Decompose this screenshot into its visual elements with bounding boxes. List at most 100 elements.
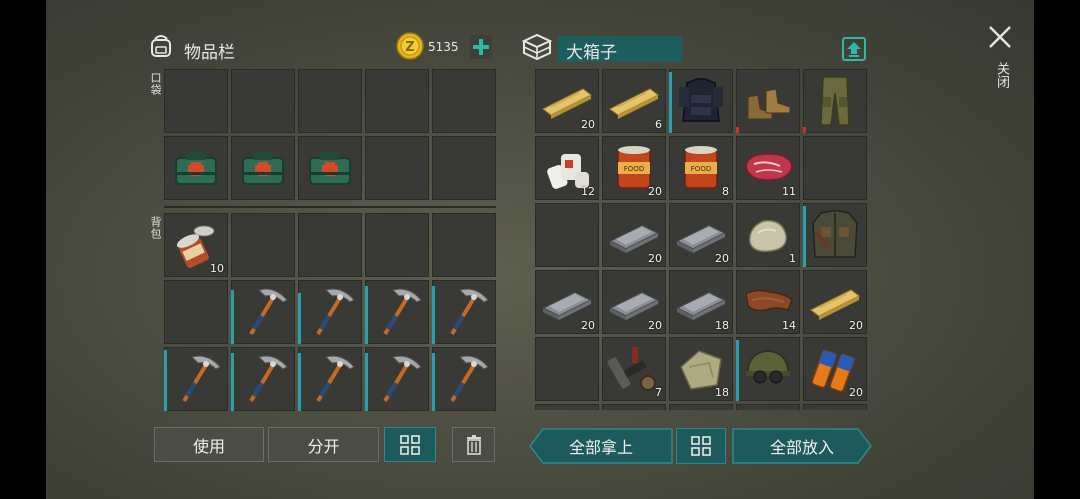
plus-icon[interactable] xyxy=(470,35,492,59)
sort-inventory-button[interactable] xyxy=(384,427,436,462)
sort-chest-button[interactable] xyxy=(676,428,726,464)
use-button[interactable]: 使用 xyxy=(154,427,264,462)
damage-marker xyxy=(803,127,806,133)
split-button[interactable]: 分开 xyxy=(268,427,379,462)
inventory-title: 物品栏 xyxy=(184,43,235,63)
slot-battery[interactable]: 20 xyxy=(803,337,867,401)
item-quantity: 11 xyxy=(782,185,796,198)
empty-slot[interactable] xyxy=(803,136,867,200)
slot-stone[interactable]: 1 xyxy=(736,203,800,267)
item-quantity: 12 xyxy=(581,185,595,198)
slot-vest[interactable] xyxy=(669,69,733,133)
slot-pickaxe[interactable] xyxy=(365,280,429,344)
empty-slot[interactable] xyxy=(365,213,429,277)
partial-slot[interactable] xyxy=(669,404,733,410)
boots-icon xyxy=(747,88,791,120)
empty-slot[interactable] xyxy=(432,136,496,200)
empty-slot[interactable] xyxy=(164,69,228,133)
item-quantity: 8 xyxy=(722,185,729,198)
pants-icon xyxy=(820,76,850,126)
item-quantity: 20 xyxy=(648,185,662,198)
medkit-icon xyxy=(309,152,351,185)
item-quantity: 18 xyxy=(715,386,729,399)
item-quantity: 20 xyxy=(648,319,662,332)
pickaxe-icon xyxy=(450,355,489,403)
slot-medkit[interactable] xyxy=(298,136,362,200)
empty-slot[interactable] xyxy=(231,213,295,277)
slot-ingot[interactable]: 20 xyxy=(669,203,733,267)
durability-bar xyxy=(298,292,301,344)
empty-slot[interactable] xyxy=(365,136,429,200)
slot-plank[interactable]: 6 xyxy=(602,69,666,133)
put-all-button[interactable]: 全部放入 xyxy=(732,428,872,464)
slot-pickaxe[interactable] xyxy=(298,280,362,344)
partial-slot[interactable] xyxy=(803,404,867,410)
durability-bar xyxy=(803,206,806,267)
durability-bar xyxy=(736,340,739,401)
item-quantity: 20 xyxy=(581,118,595,131)
slot-medkit[interactable] xyxy=(164,136,228,200)
durability-bar xyxy=(164,350,167,411)
slot-food-can[interactable]: FOOD 8 xyxy=(669,136,733,200)
empty-slot[interactable] xyxy=(365,69,429,133)
durability-bar xyxy=(432,286,435,344)
slot-food-can[interactable]: FOOD 20 xyxy=(602,136,666,200)
slot-ingot[interactable]: 18 xyxy=(669,270,733,334)
slot-pickaxe[interactable] xyxy=(432,280,496,344)
durability-bar xyxy=(231,353,234,411)
slot-open-can[interactable]: 10 xyxy=(164,213,228,277)
pickaxe-icon xyxy=(249,355,288,403)
slot-ingot[interactable]: 20 xyxy=(602,270,666,334)
slot-pickaxe[interactable] xyxy=(432,347,496,411)
chest-title-field[interactable]: 大箱子 xyxy=(558,36,682,63)
slot-pickaxe[interactable] xyxy=(164,347,228,411)
slot-pickaxe[interactable] xyxy=(365,347,429,411)
slot-cloth[interactable]: 18 xyxy=(669,337,733,401)
slot-ingot[interactable]: 20 xyxy=(535,270,599,334)
slot-meat[interactable]: 11 xyxy=(736,136,800,200)
chest-icon xyxy=(520,31,554,63)
slot-helmet[interactable] xyxy=(736,337,800,401)
empty-slot[interactable] xyxy=(231,69,295,133)
backpack-label: 背包 xyxy=(149,216,162,240)
empty-slot[interactable] xyxy=(298,213,362,277)
empty-slot[interactable] xyxy=(298,69,362,133)
item-quantity: 7 xyxy=(655,386,662,399)
slot-bandage[interactable]: 12 xyxy=(535,136,599,200)
slot-boots[interactable] xyxy=(736,69,800,133)
durability-bar xyxy=(365,286,368,344)
slot-leather[interactable]: 14 xyxy=(736,270,800,334)
durability-bar xyxy=(432,353,435,411)
coin-count: 5135 xyxy=(428,40,459,54)
slot-jacket[interactable] xyxy=(803,203,867,267)
slot-pickaxe[interactable] xyxy=(231,280,295,344)
upload-icon[interactable] xyxy=(842,37,866,61)
empty-slot[interactable] xyxy=(432,69,496,133)
empty-slot[interactable] xyxy=(535,337,599,401)
slot-pickaxe[interactable] xyxy=(231,347,295,411)
chest-grid-viewport[interactable]: 20 6 12 FOOD 20 FOOD 8 11 20 20 1 20 20 18 14 20 7 18 20 xyxy=(535,69,868,410)
svg-text:Z: Z xyxy=(405,40,414,55)
slot-plank[interactable]: 20 xyxy=(535,69,599,133)
item-quantity: 20 xyxy=(849,319,863,332)
take-all-button[interactable]: 全部拿上 xyxy=(529,428,673,464)
empty-slot[interactable] xyxy=(432,213,496,277)
empty-slot[interactable] xyxy=(535,203,599,267)
partial-slot[interactable] xyxy=(736,404,800,410)
slot-parts[interactable]: 7 xyxy=(602,337,666,401)
svg-text:FOOD: FOOD xyxy=(624,165,644,173)
slot-medkit[interactable] xyxy=(231,136,295,200)
partial-slot[interactable] xyxy=(602,404,666,410)
trash-button[interactable] xyxy=(452,427,495,462)
item-quantity: 20 xyxy=(581,319,595,332)
slot-pants[interactable] xyxy=(803,69,867,133)
slot-pickaxe[interactable] xyxy=(298,347,362,411)
durability-bar xyxy=(669,72,672,133)
item-quantity: 20 xyxy=(849,386,863,399)
close-button[interactable]: 关闭 xyxy=(984,22,1016,102)
slot-plank[interactable]: 20 xyxy=(803,270,867,334)
empty-slot[interactable] xyxy=(164,280,228,344)
partial-slot[interactable] xyxy=(535,404,599,410)
slot-ingot[interactable]: 20 xyxy=(602,203,666,267)
take-all-label: 全部拿上 xyxy=(568,438,633,457)
